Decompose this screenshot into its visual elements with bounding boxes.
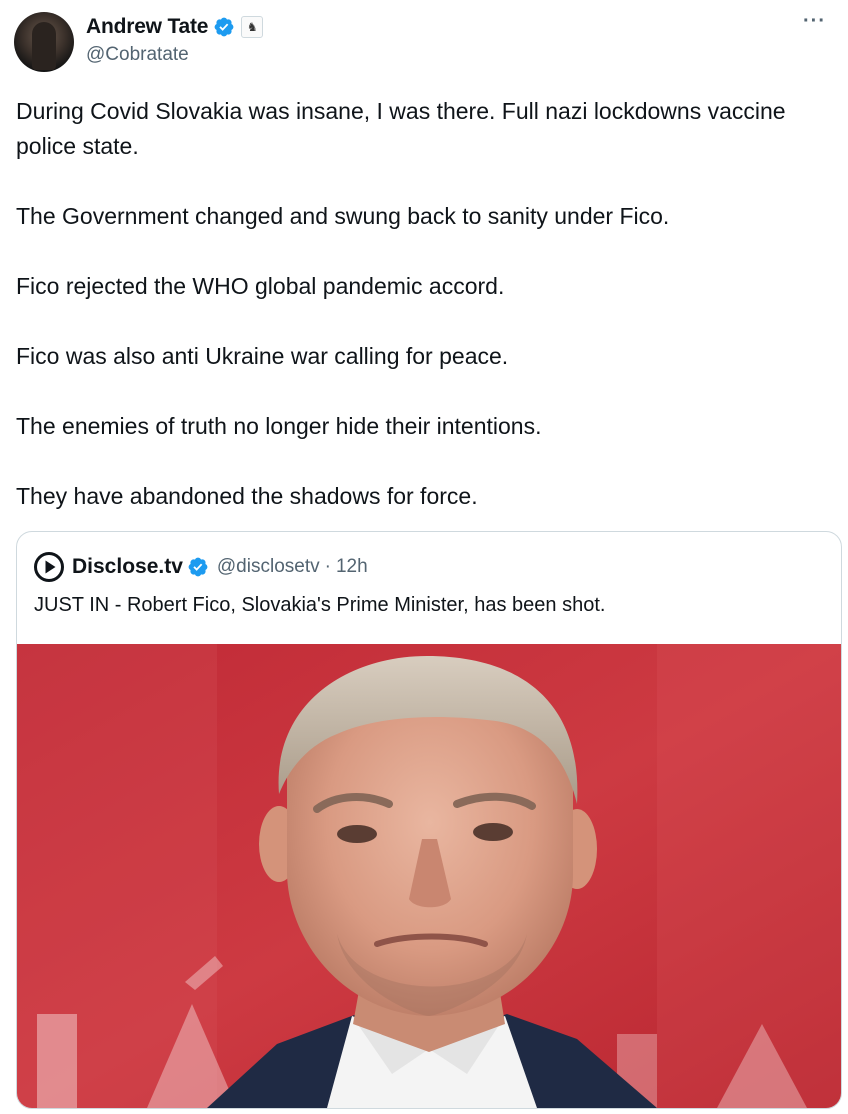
- quoted-display-name[interactable]: Disclose.tv: [72, 555, 183, 579]
- quoted-timestamp[interactable]: 12h: [336, 556, 368, 578]
- quoted-tweet-text: JUST IN - Robert Fico, Slovakia's Prime …: [34, 594, 606, 616]
- tweet-paragraph: They have abandoned the shadows for forc…: [16, 483, 478, 509]
- tweet-paragraph: The enemies of truth no longer hide thei…: [16, 413, 542, 439]
- separator-dot: ·: [324, 556, 331, 577]
- author-avatar[interactable]: [14, 12, 74, 72]
- more-options-icon[interactable]: ···: [803, 11, 826, 31]
- tweet-paragraph: Fico rejected the WHO global pandemic ac…: [16, 273, 505, 299]
- quoted-tweet[interactable]: Disclose.tv @disclosetv · 12h JUST IN - …: [16, 531, 842, 1109]
- chess-knight-affiliate-icon[interactable]: ♞: [241, 16, 264, 38]
- author-names: Andrew Tate ♞ @Cobratate: [86, 14, 264, 66]
- quoted-tweet-header: Disclose.tv @disclosetv · 12h: [34, 552, 368, 582]
- author-name-row: Andrew Tate ♞: [86, 14, 264, 40]
- author-handle[interactable]: @Cobratate: [86, 44, 263, 66]
- portrait-photo[interactable]: [17, 644, 841, 1108]
- photo-illustration: [17, 644, 841, 1108]
- verified-badge-icon: [188, 557, 208, 577]
- avatar-figure: [32, 22, 56, 70]
- tweet-paragraph: Fico was also anti Ukraine war calling f…: [16, 343, 509, 369]
- tweet-header: Andrew Tate ♞ @Cobratate: [14, 12, 264, 72]
- quoted-handle[interactable]: @disclosetv: [217, 556, 320, 578]
- disclose-play-logo-icon: [34, 552, 64, 582]
- verified-badge-icon: [214, 17, 234, 37]
- tweet-card: Andrew Tate ♞ @Cobratate ··· During Covi…: [0, 0, 848, 1114]
- author-display-name[interactable]: Andrew Tate: [86, 15, 208, 39]
- tweet-text: During Covid Slovakia was insane, I was …: [16, 94, 816, 549]
- tweet-paragraph: During Covid Slovakia was insane, I was …: [16, 98, 786, 159]
- tweet-paragraph: The Government changed and swung back to…: [16, 203, 670, 229]
